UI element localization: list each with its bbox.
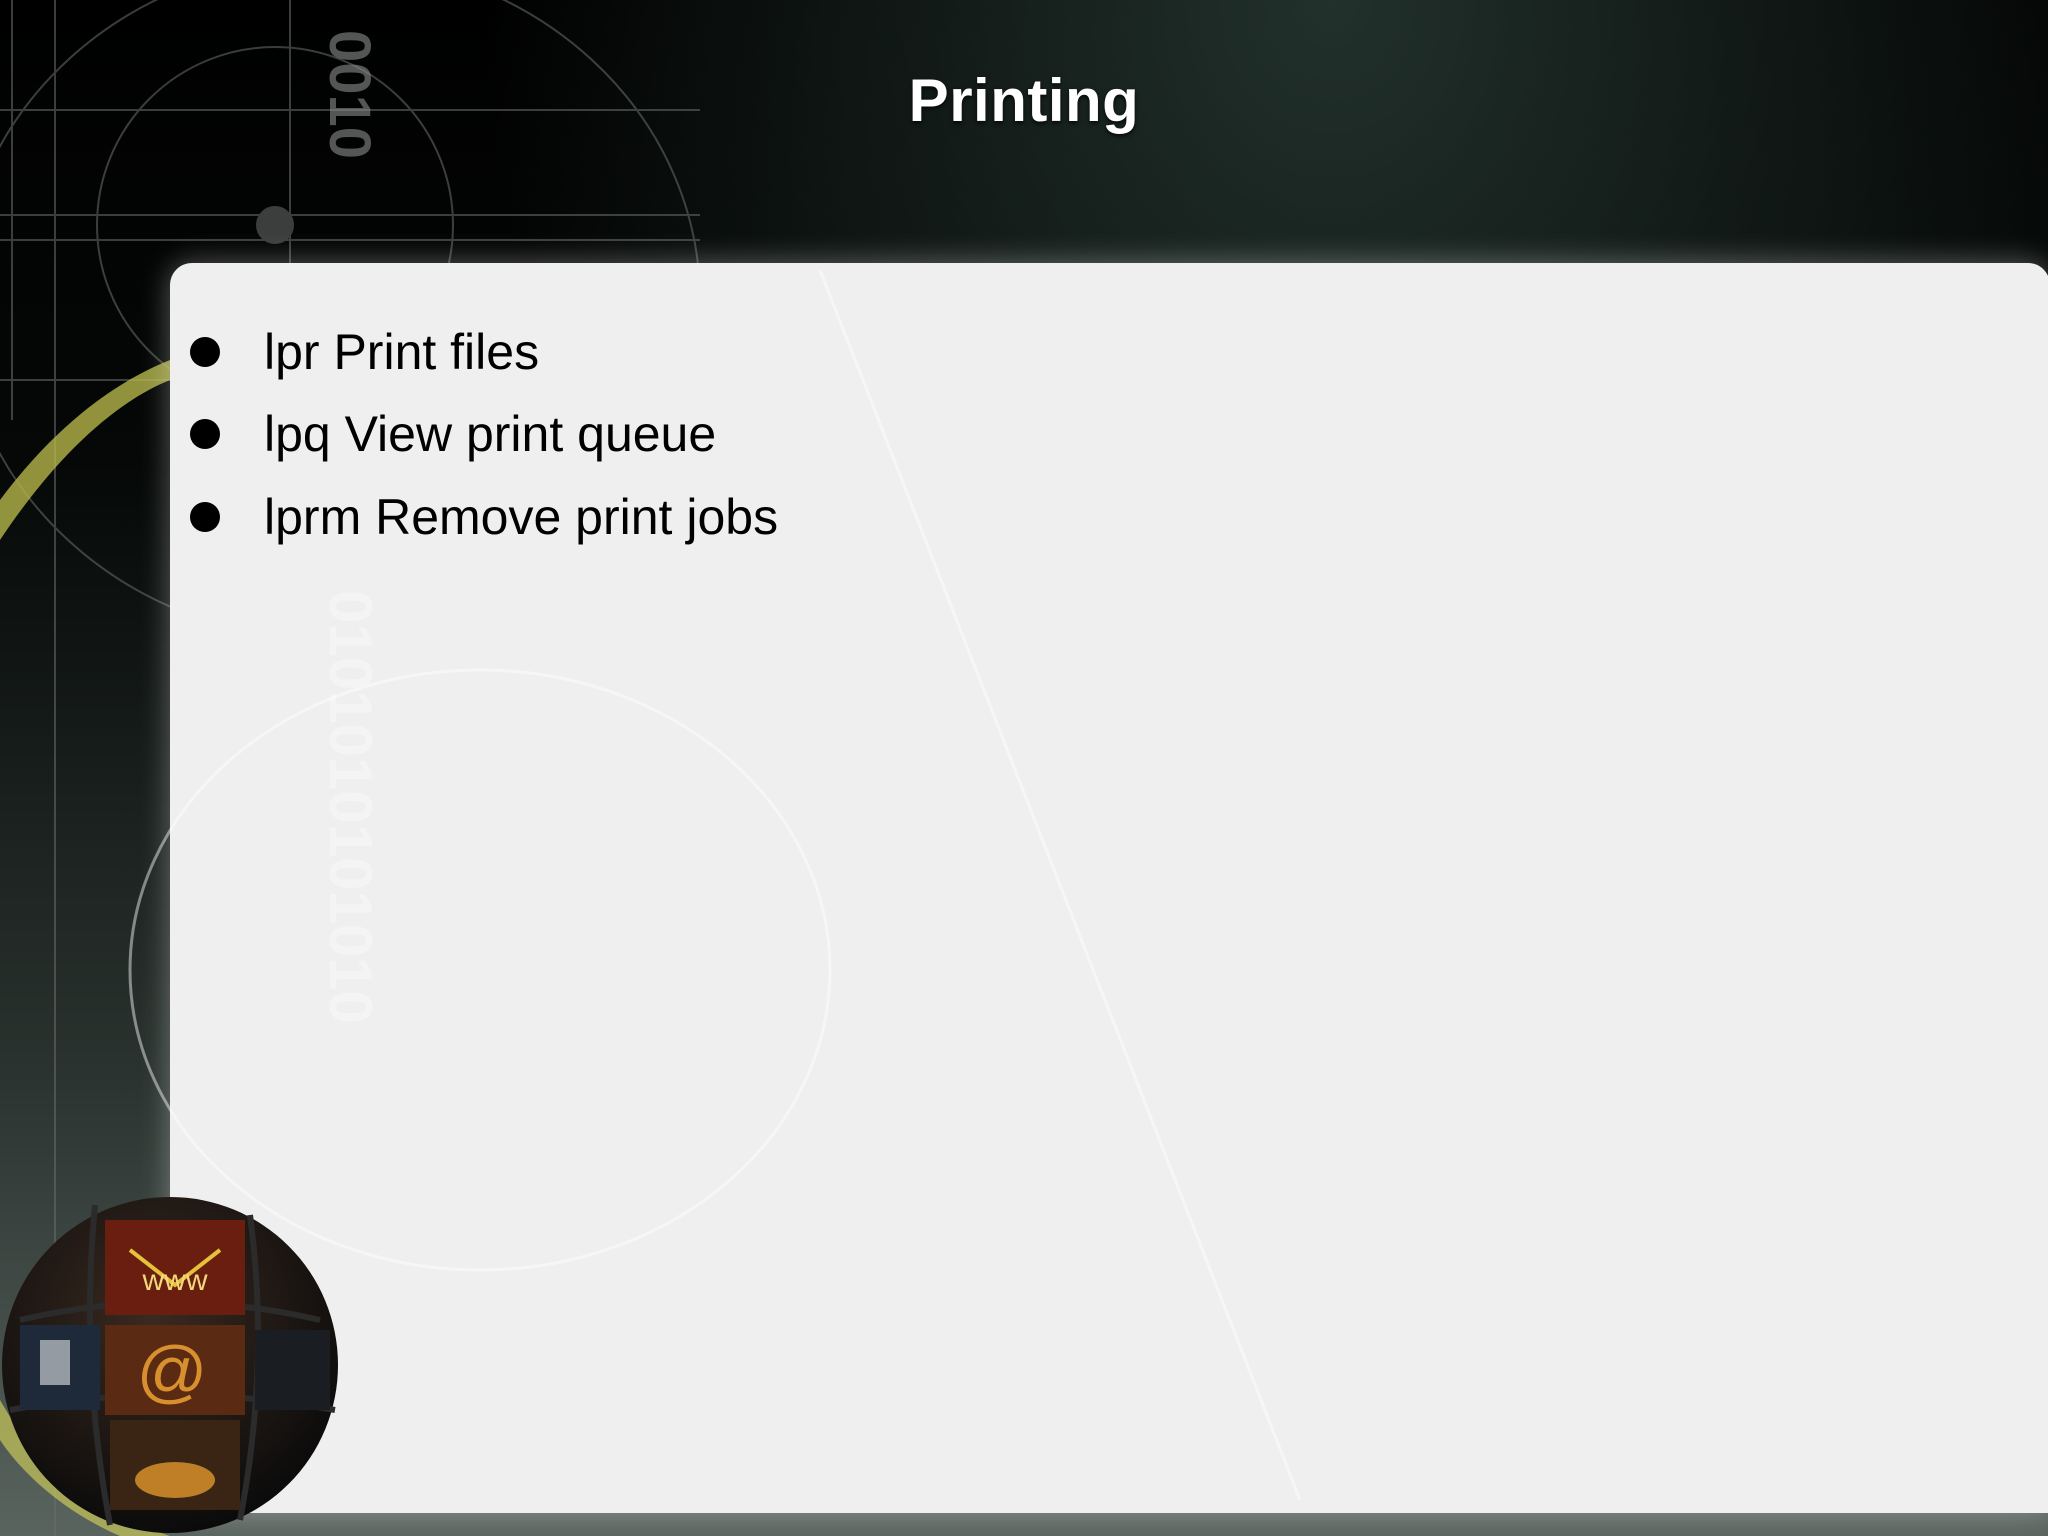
slide-title: Printing (908, 67, 1140, 134)
globe-at-label: @ (136, 1332, 207, 1410)
globe-logo-icon: www @ (2, 1197, 338, 1533)
content-panel (170, 263, 2048, 1513)
globe-www-label: www (142, 1264, 208, 1297)
